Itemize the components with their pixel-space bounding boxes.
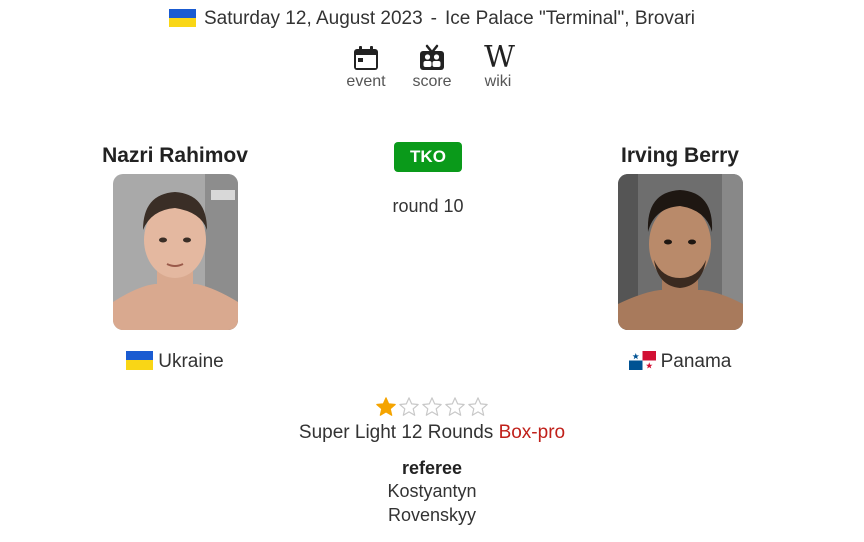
bout-title: Super Light 12 Rounds Box-pro bbox=[0, 422, 864, 444]
fighter-left-country-name: Ukraine bbox=[158, 351, 224, 372]
star-filled-icon[interactable] bbox=[375, 396, 397, 418]
fighter-left: Nazri Rahimov bbox=[75, 144, 275, 330]
bout-weight-rounds: Super Light 12 Rounds bbox=[298, 422, 494, 443]
star-empty-icon[interactable] bbox=[467, 396, 489, 418]
result-method-badge: TKO bbox=[394, 142, 462, 172]
star-empty-icon[interactable] bbox=[398, 396, 420, 418]
fighter-right-name[interactable]: Irving Berry bbox=[580, 144, 780, 168]
star-empty-icon[interactable] bbox=[421, 396, 443, 418]
score-link[interactable]: score bbox=[410, 44, 454, 91]
fighter-right: Irving Berry bbox=[580, 144, 780, 330]
bout-type-link[interactable]: Box-pro bbox=[499, 422, 566, 443]
event-date: Saturday 12, August 2023 bbox=[203, 8, 423, 29]
scorecard-icon bbox=[420, 44, 444, 70]
referee-last-name[interactable]: Rovenskyy bbox=[0, 503, 864, 527]
event-header: Saturday 12, August 2023- Ice Palace "Ter… bbox=[0, 8, 864, 30]
wikipedia-icon: W bbox=[484, 40, 515, 75]
wiki-link-label: wiki bbox=[484, 73, 512, 90]
fighter-left-name[interactable]: Nazri Rahimov bbox=[75, 144, 275, 168]
result-round: round 10 bbox=[392, 196, 464, 216]
referee-first-name[interactable]: Kostyantyn bbox=[0, 479, 864, 503]
event-venue[interactable]: Ice Palace "Terminal", Brovari bbox=[445, 8, 695, 29]
ukraine-flag-icon bbox=[126, 350, 154, 370]
calendar-icon bbox=[354, 46, 378, 70]
star-empty-icon[interactable] bbox=[444, 396, 466, 418]
fighter-left-photo[interactable] bbox=[112, 174, 238, 330]
bout-rating[interactable] bbox=[0, 396, 864, 418]
fighter-left-country: Ukraine bbox=[75, 350, 275, 373]
referee-block: referee Kostyantyn Rovenskyy bbox=[0, 458, 864, 527]
event-link[interactable]: event bbox=[344, 44, 388, 91]
fighter-right-country-name: Panama bbox=[660, 351, 732, 372]
header-separator: - bbox=[430, 8, 437, 29]
wiki-link[interactable]: W wiki bbox=[476, 40, 520, 91]
fighter-right-country: Panama bbox=[580, 350, 780, 373]
result-panel: TKO round 10 bbox=[328, 142, 528, 217]
event-link-label: event bbox=[346, 73, 386, 90]
fighter-right-photo[interactable] bbox=[617, 174, 743, 330]
link-bar: event score W wiki bbox=[0, 40, 864, 91]
panama-flag-icon bbox=[628, 350, 656, 370]
ukraine-flag-icon bbox=[168, 9, 196, 27]
referee-heading: referee bbox=[401, 458, 463, 478]
score-link-label: score bbox=[412, 73, 452, 90]
